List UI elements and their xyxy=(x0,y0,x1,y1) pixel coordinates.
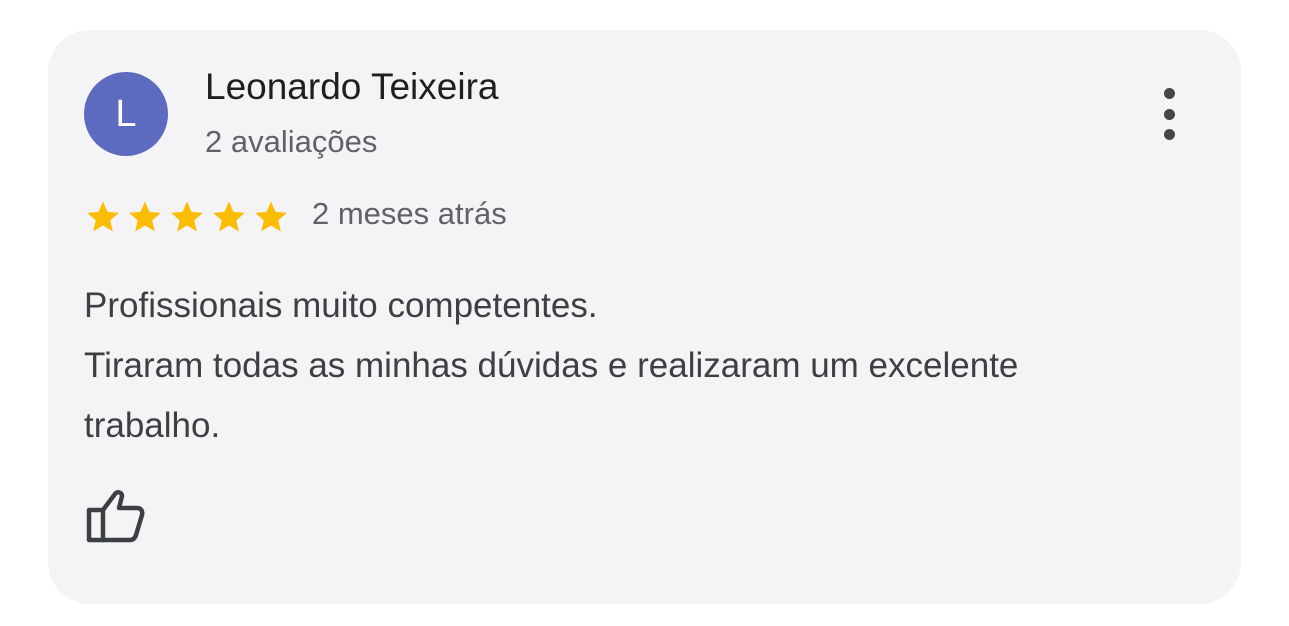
review-text-line: Tiraram todas as minhas dúvidas e realiz… xyxy=(84,346,1019,385)
more-options-button[interactable] xyxy=(1149,82,1189,146)
review-text-line: Profissionais muito competentes. xyxy=(84,286,598,325)
author-name[interactable]: Leonardo Teixeira xyxy=(205,66,498,108)
thumb-up-outline-icon xyxy=(86,490,145,543)
star-icon xyxy=(213,201,245,232)
star-icon xyxy=(255,201,287,232)
star-icon xyxy=(171,201,203,232)
more-vert-icon xyxy=(1163,88,1175,99)
star-icon xyxy=(129,201,161,232)
more-vert-icon-dot xyxy=(1163,108,1175,120)
like-button[interactable] xyxy=(86,488,146,544)
review-time: 2 meses atrás xyxy=(312,196,507,231)
review-card: L Leonardo Teixeira 2 avaliações 2 meses… xyxy=(48,30,1241,604)
review-text: Profissionais muito competentes. Tiraram… xyxy=(84,276,1224,456)
review-text-line: trabalho. xyxy=(84,406,221,445)
star-icon xyxy=(87,201,119,232)
avatar[interactable]: L xyxy=(84,72,168,156)
more-vert-icon-dot xyxy=(1163,129,1175,140)
review-count: 2 avaliações xyxy=(205,124,378,159)
star-rating xyxy=(84,198,294,236)
